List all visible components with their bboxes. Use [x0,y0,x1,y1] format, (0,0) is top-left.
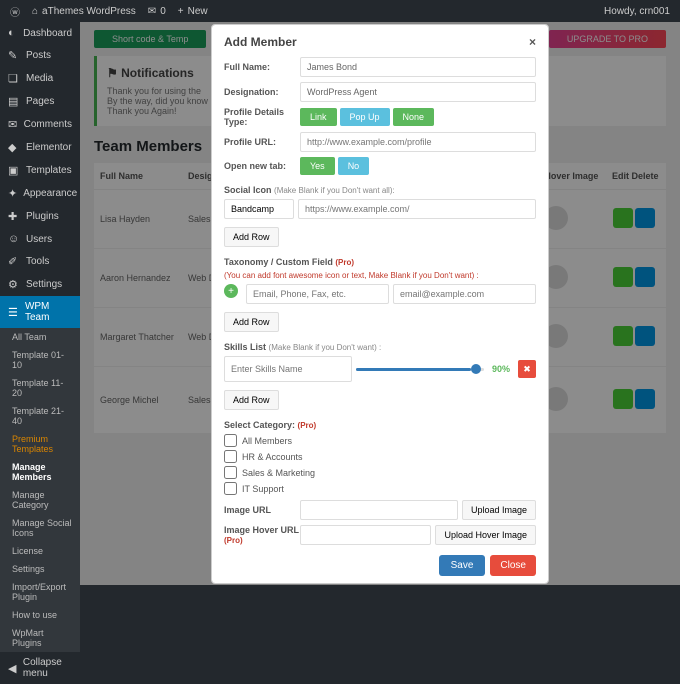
collapse-menu[interactable]: ◀Collapse menu [0,652,80,684]
howdy-link[interactable]: Howdy, crn001 [604,6,670,17]
close-icon[interactable]: × [529,35,536,49]
menu-settings[interactable]: ⚙Settings [0,273,80,296]
hoverurl-label: Image Hover URL(Pro) [224,525,300,545]
plug-icon: ✚ [8,210,20,223]
menu-tools[interactable]: ✐Tools [0,250,80,273]
menu-appearance[interactable]: ✦Appearance [0,182,80,205]
cat-it[interactable]: IT Support [224,482,536,495]
taxonomy-hint: (You can add font awesome icon or text, … [224,271,536,280]
add-row-button[interactable]: Add Row [224,227,279,247]
save-button[interactable]: Save [439,555,486,576]
gear-icon: ⚙ [8,278,20,291]
none-button[interactable]: None [393,108,435,126]
no-button[interactable]: No [338,157,370,175]
comment-icon: ✉ [8,118,18,131]
custom-field-value-input[interactable] [393,284,536,304]
image-url-input[interactable] [300,500,458,520]
menu-pages[interactable]: ▤Pages [0,90,80,113]
sub-license[interactable]: License [0,542,80,560]
sub-t1[interactable]: Template 01-10 [0,346,80,374]
wp-logo-icon[interactable]: ⓦ [10,4,20,19]
sub-howto[interactable]: How to use [0,606,80,624]
sub-import[interactable]: Import/Export Plugin [0,578,80,606]
upload-image-button[interactable]: Upload Image [462,500,536,520]
admin-bar: ⓦ ⌂ aThemes WordPress ✉ 0 + New Howdy, c… [0,0,680,22]
admin-sidebar: ◐Dashboard ✎Posts ❏Media ▤Pages ✉Comment… [0,22,80,585]
menu-elementor[interactable]: ◆Elementor [0,136,80,159]
cat-sales[interactable]: Sales & Marketing [224,466,536,479]
menu-media[interactable]: ❏Media [0,67,80,90]
plus-icon[interactable]: + [224,284,238,298]
pdtype-label: Profile Details Type: [224,107,300,127]
sub-t3[interactable]: Template 21-40 [0,402,80,430]
add-row-button[interactable]: Add Row [224,312,279,332]
user-icon: ☺ [8,233,20,245]
new-link[interactable]: + New [178,6,208,17]
menu-comments[interactable]: ✉Comments [0,113,80,136]
skills-heading: Skills List (Make Blank if you Don't wan… [224,342,536,352]
skill-percent: 90% [492,364,510,374]
sub-manage-icons[interactable]: Manage Social Icons [0,514,80,542]
profile-url-input[interactable] [300,132,536,152]
gauge-icon: ◐ [8,27,17,39]
content-area: Short code & Temp More Plugins UPGRADE T… [80,22,680,585]
site-link[interactable]: ⌂ aThemes WordPress [32,6,136,17]
add-member-modal: Add Member× Full Name: Designation: Prof… [211,24,549,584]
hover-url-input[interactable] [300,525,431,545]
social-heading: Social Icon (Make Blank if you Don't wan… [224,185,536,195]
sub-settings[interactable]: Settings [0,560,80,578]
designation-label: Designation: [224,87,300,97]
taxonomy-heading: Taxonomy / Custom Field (Pro) [224,257,536,267]
templates-icon: ▣ [8,164,20,177]
pages-icon: ▤ [8,95,20,108]
menu-plugins[interactable]: ✚Plugins [0,205,80,228]
skill-name-input[interactable] [224,356,352,382]
social-url-input[interactable] [298,199,536,219]
sub-t2[interactable]: Template 11-20 [0,374,80,402]
skill-slider[interactable] [356,368,484,371]
cat-hr[interactable]: HR & Accounts [224,450,536,463]
sub-wpmart[interactable]: WpMart Plugins [0,624,80,652]
comments-link[interactable]: ✉ 0 [148,6,166,17]
list-icon: ☰ [8,306,19,319]
wrench-icon: ✐ [8,255,20,268]
pin-icon: ✎ [8,49,20,62]
modal-title: Add Member× [224,35,536,49]
fullname-input[interactable] [300,57,536,77]
close-button[interactable]: Close [490,555,536,576]
collapse-icon: ◀ [8,662,17,675]
menu-posts[interactable]: ✎Posts [0,44,80,67]
designation-input[interactable] [300,82,536,102]
elementor-icon: ◆ [8,141,20,154]
purl-label: Profile URL: [224,137,300,147]
add-row-button[interactable]: Add Row [224,390,279,410]
imgurl-label: Image URL [224,505,300,515]
fullname-label: Full Name: [224,62,300,72]
menu-users[interactable]: ☺Users [0,228,80,250]
media-icon: ❏ [8,72,20,85]
custom-field-label-input[interactable] [246,284,389,304]
menu-wpm-team[interactable]: ☰WPM Team [0,296,80,328]
social-select[interactable] [224,199,294,219]
submenu: All Team Template 01-10 Template 11-20 T… [0,328,80,652]
slider-thumb-icon[interactable] [471,364,481,374]
modal-overlay[interactable]: Add Member× Full Name: Designation: Prof… [80,22,680,585]
newtab-label: Open new tab: [224,161,300,171]
upload-hover-button[interactable]: Upload Hover Image [435,525,536,545]
menu-dashboard[interactable]: ◐Dashboard [0,22,80,44]
category-heading: Select Category: (Pro) [224,420,536,430]
delete-skill-button[interactable]: ✖ [518,360,536,378]
link-button[interactable]: Link [300,108,337,126]
sub-premium[interactable]: Premium Templates [0,430,80,458]
cat-all-members[interactable]: All Members [224,434,536,447]
yes-button[interactable]: Yes [300,157,335,175]
sub-manage-category[interactable]: Manage Category [0,486,80,514]
popup-button[interactable]: Pop Up [340,108,390,126]
menu-templates[interactable]: ▣Templates [0,159,80,182]
sub-manage-members[interactable]: Manage Members [0,458,80,486]
sub-all-team[interactable]: All Team [0,328,80,346]
brush-icon: ✦ [8,187,17,200]
